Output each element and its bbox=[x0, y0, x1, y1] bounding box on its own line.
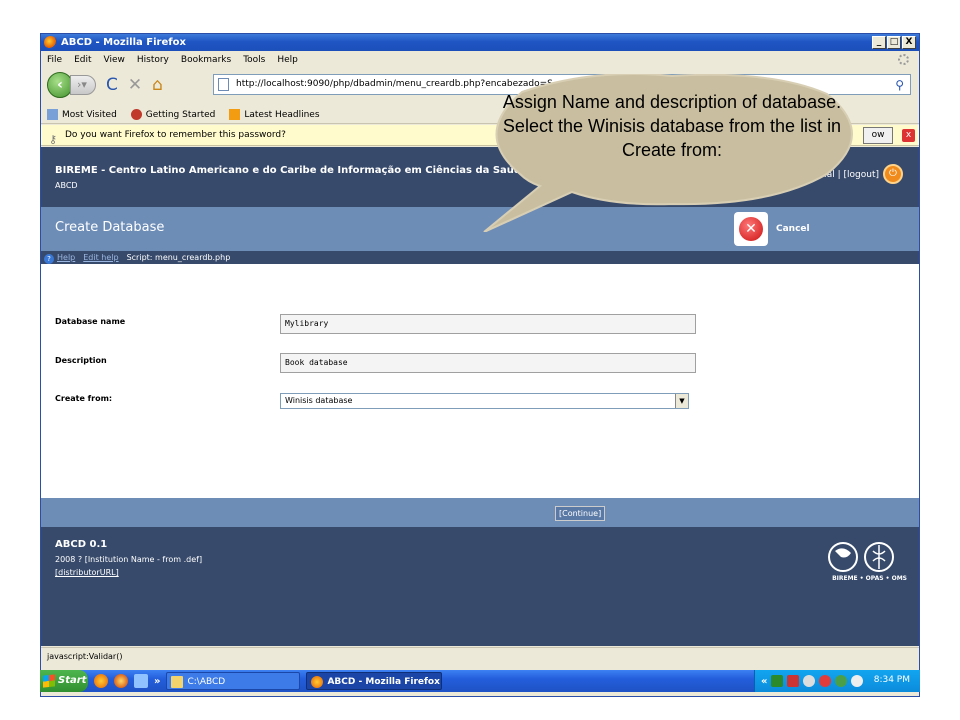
minimize-button[interactable]: _ bbox=[872, 36, 886, 49]
messenger-icon[interactable] bbox=[835, 675, 848, 687]
search-icon[interactable]: ⚲ bbox=[895, 76, 904, 94]
page-title: Create Database bbox=[55, 220, 165, 235]
password-message: Do you want Firefox to remember this pas… bbox=[65, 130, 286, 140]
stop-icon[interactable]: ✕ bbox=[128, 75, 142, 95]
bookmark-folder-icon bbox=[47, 109, 58, 120]
menu-edit[interactable]: Edit bbox=[74, 55, 91, 65]
forward-button[interactable]: ›▾ bbox=[70, 75, 96, 95]
quicklaunch-firefox-icon[interactable] bbox=[94, 674, 108, 688]
firefox-icon bbox=[311, 676, 324, 688]
taskbar-item-firefox[interactable]: ABCD - Mozilla Firefox bbox=[306, 672, 443, 690]
menu-history[interactable]: History bbox=[137, 55, 169, 65]
org-name: BIREME - Centro Latino Americano e do Ca… bbox=[55, 165, 528, 176]
create-from-select[interactable]: Winisis database ▼ bbox=[280, 393, 689, 409]
db-name-input[interactable]: Mylibrary bbox=[280, 314, 696, 334]
create-from-label: Create from: bbox=[55, 394, 113, 403]
security-icon[interactable] bbox=[787, 675, 800, 687]
close-notification-icon[interactable]: x bbox=[902, 129, 915, 142]
reload-icon[interactable]: C bbox=[106, 75, 118, 95]
home-icon[interactable]: ⌂ bbox=[152, 75, 163, 95]
help-link[interactable]: Help bbox=[57, 253, 75, 262]
network-icon[interactable] bbox=[771, 675, 784, 687]
start-button[interactable]: Start bbox=[40, 670, 88, 692]
menu-bookmarks[interactable]: Bookmarks bbox=[181, 55, 231, 65]
menu-tools[interactable]: Tools bbox=[243, 55, 265, 65]
page-icon bbox=[218, 78, 229, 91]
help-bar: ? Help Edit help Script: menu_creardb.php bbox=[41, 251, 919, 264]
edit-help-link[interactable]: Edit help bbox=[83, 253, 118, 262]
distributor-link[interactable]: [distributorURL] bbox=[55, 568, 119, 577]
throbber-icon bbox=[898, 54, 909, 65]
menu-view[interactable]: View bbox=[104, 55, 125, 65]
logout-icon[interactable]: ⏻ bbox=[883, 164, 903, 184]
folder-icon bbox=[171, 676, 184, 688]
menu-file[interactable]: File bbox=[47, 55, 62, 65]
description-input[interactable]: Book database bbox=[280, 353, 696, 373]
system-tray: « 8:34 PM bbox=[754, 670, 920, 692]
never-for-this-site-button[interactable]: ow bbox=[863, 127, 893, 144]
window-controls: _ □ X bbox=[872, 36, 916, 49]
org-subtitle: ABCD bbox=[55, 181, 78, 190]
windows-flag-icon bbox=[43, 674, 55, 688]
bookmark-getting-started[interactable]: Getting Started bbox=[130, 109, 215, 120]
taskbar-item-folder[interactable]: C:\ABCD bbox=[166, 672, 301, 690]
help-icon: ? bbox=[44, 254, 54, 264]
status-bar: javascript:Validar() bbox=[41, 647, 919, 664]
volume-icon[interactable] bbox=[803, 675, 816, 687]
site-footer: ABCD 0.1 2008 ? [Institution Name - from… bbox=[41, 527, 919, 646]
antivirus-icon[interactable] bbox=[819, 675, 832, 687]
maximize-button[interactable]: □ bbox=[887, 36, 901, 49]
menu-bar: File Edit View History Bookmarks Tools H… bbox=[41, 51, 919, 68]
dropdown-arrow-icon[interactable]: ▼ bbox=[675, 394, 688, 408]
script-name: Script: menu_creardb.php bbox=[126, 253, 231, 262]
tray-chevron[interactable]: « bbox=[761, 676, 767, 687]
close-window-button[interactable]: X bbox=[902, 36, 916, 49]
action-bar: [Continue] bbox=[41, 498, 919, 527]
quicklaunch-app-icon[interactable] bbox=[134, 674, 148, 688]
db-name-label: Database name bbox=[55, 317, 126, 326]
window-titlebar[interactable]: ABCD - Mozilla Firefox _ □ X bbox=[41, 34, 919, 51]
chat-icon[interactable] bbox=[851, 675, 864, 687]
firefox-bookmark-icon bbox=[130, 109, 142, 120]
description-label: Description bbox=[55, 356, 107, 365]
menu-help[interactable]: Help bbox=[277, 55, 298, 65]
taskbar: Start » C:\ABCD ABCD - Mozilla Firefox «… bbox=[40, 670, 920, 692]
bookmark-most-visited[interactable]: Most Visited bbox=[47, 109, 117, 120]
clock: 8:34 PM bbox=[873, 675, 910, 685]
logo-caption: BIREME • OPAS • OMS bbox=[832, 575, 907, 582]
window-title: ABCD - Mozilla Firefox bbox=[61, 37, 186, 48]
firefox-icon bbox=[44, 36, 57, 49]
quicklaunch-chevron[interactable]: » bbox=[154, 676, 160, 687]
create-from-value: Winisis database bbox=[285, 396, 353, 405]
bookmark-latest-headlines[interactable]: Latest Headlines bbox=[229, 109, 320, 120]
status-text: javascript:Validar() bbox=[47, 652, 123, 661]
quicklaunch-browser-icon[interactable] bbox=[114, 674, 128, 688]
rss-icon bbox=[229, 109, 241, 120]
tutorial-callout: Assign Name and description of database.… bbox=[482, 73, 862, 233]
callout-text: Assign Name and description of database.… bbox=[502, 92, 842, 160]
continue-button[interactable]: [Continue] bbox=[555, 506, 606, 521]
app-version: ABCD 0.1 bbox=[55, 539, 108, 550]
copyright-text: 2008 ? [Institution Name - from .def] bbox=[55, 555, 203, 564]
